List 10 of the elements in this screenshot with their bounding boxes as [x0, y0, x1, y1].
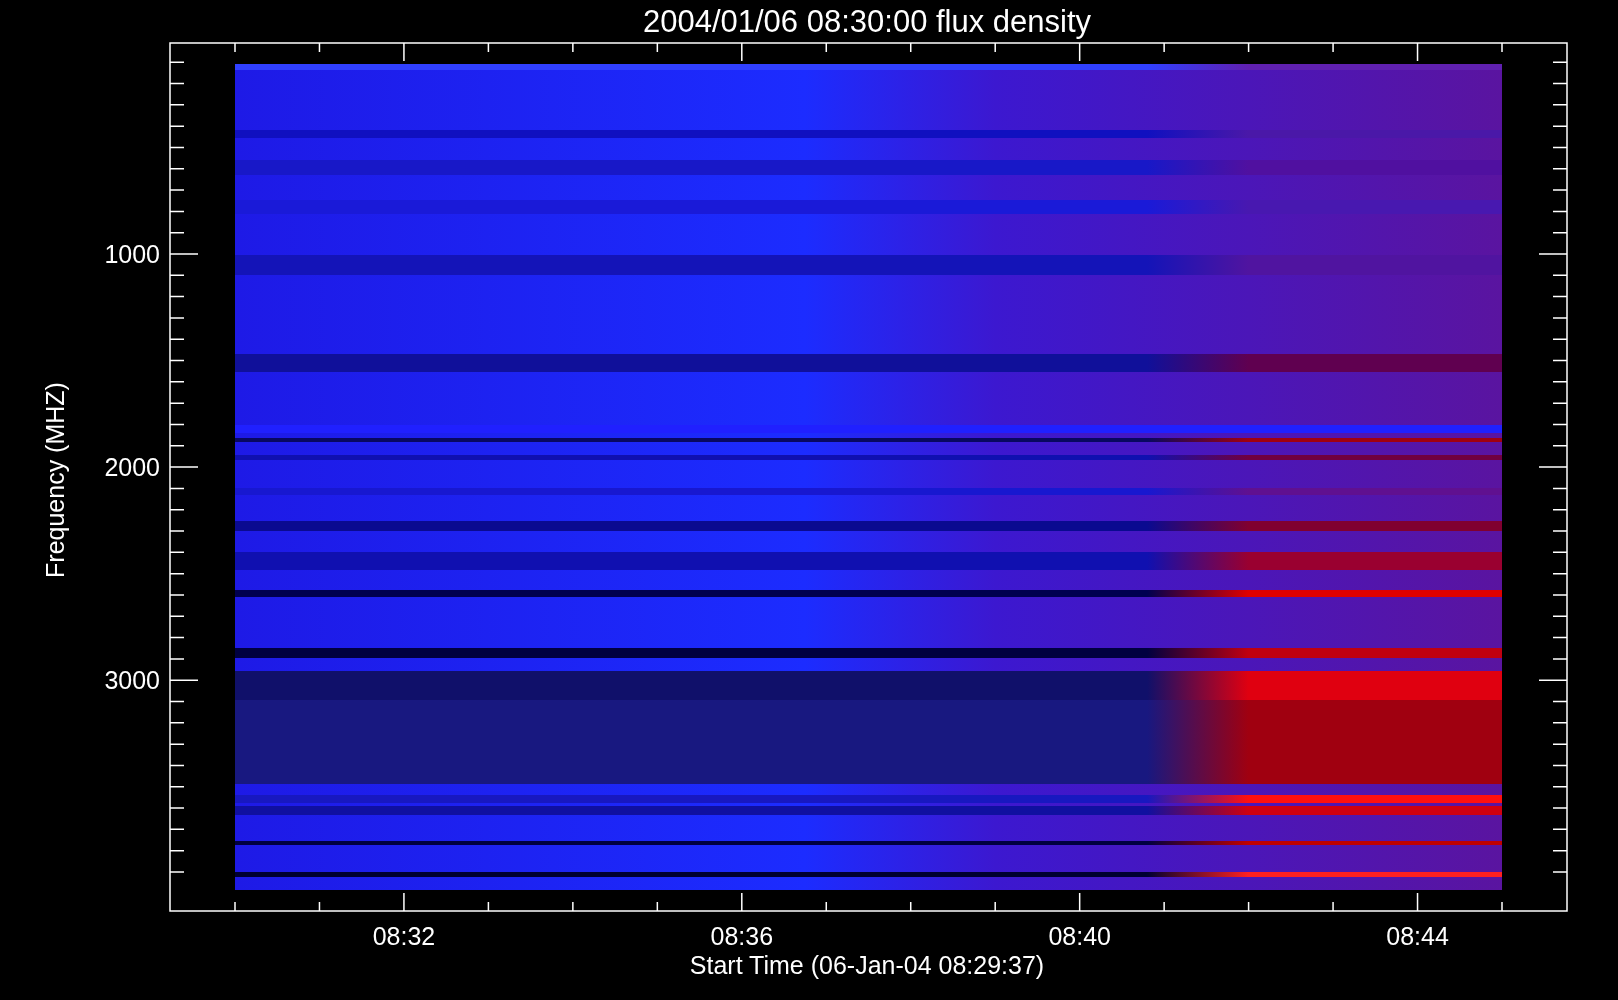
plot-title: 2004/01/06 08:30:00 flux density [642, 4, 1092, 39]
axis-title: Start Time (06-Jan-04 08:29:37) [689, 951, 1045, 979]
axis-tick-label: 08:32 [372, 922, 436, 950]
axis-tick-label: 2000 [104, 453, 160, 482]
axis-tick-label: 1000 [104, 240, 160, 268]
axis-title: Frequency (MHZ) [41, 382, 69, 578]
axis-tick-label: 3000 [104, 666, 160, 695]
axis-tick-label: 08:44 [1386, 922, 1449, 950]
axis-tick-label: 08:40 [1048, 922, 1111, 950]
axis-tick-label: 08:36 [710, 922, 774, 950]
